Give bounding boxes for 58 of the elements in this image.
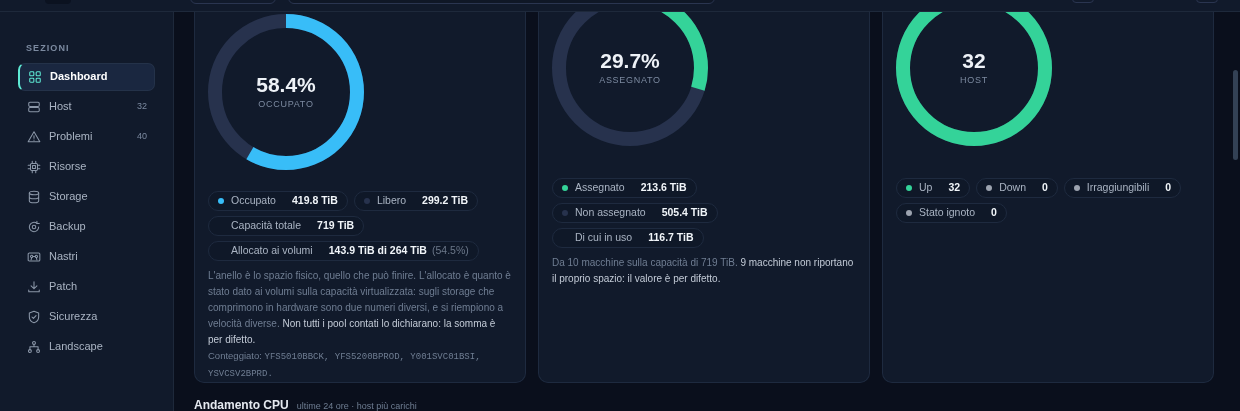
legend-label: Allocato ai volumi [231, 243, 313, 259]
note-text: Da 10 macchine sulla capacità di 719 TiB. 9 macchine non riportano il proprio spazio: il valore è per difetto. [551, 256, 855, 286]
section-title: Andamento CPU [194, 399, 289, 411]
sidebar-item[interactable]: Dashboard [18, 62, 155, 91]
ring-label: HOST [960, 74, 988, 88]
backup-icon [27, 219, 41, 234]
section-heading: SEZIONI [26, 42, 71, 55]
legend-value: 0 [1042, 180, 1048, 196]
legend-value: 505.4 TiB [661, 205, 708, 221]
sidebar-item[interactable]: Backup [18, 212, 155, 241]
sidebar-item[interactable]: Risorse [18, 152, 155, 181]
server-icon [27, 99, 41, 114]
legend-label: Assegnato [575, 180, 625, 196]
database-icon [27, 189, 41, 204]
legend-label: Up [919, 180, 933, 196]
item-count: 40 [137, 129, 147, 143]
sidebar-item[interactable]: Sicurezza [18, 302, 155, 331]
ring-value: 32 [962, 48, 986, 75]
note-text: L'anello è lo spazio fisico, quello che può finire. L'allocato è quanto è stato dato ai volumi sulla capacità virtualizzata: sugli storage che comprimono in hardware sono due numeri diversi, e si riempiono a velocità diverse. Non tutti i pool contati lo dichiarano: la somma è per difetto. [207, 269, 512, 347]
ring-value: 29.7% [600, 48, 660, 75]
legend-value: 0 [1165, 180, 1172, 196]
scrollbar[interactable] [1233, 70, 1238, 160]
ring-label: ASSEGNATO [599, 74, 661, 88]
legend-value: 719 TiB [317, 218, 355, 234]
sidebar-item[interactable]: Landscape [18, 332, 155, 361]
legend-value: 213.6 TiB [640, 180, 687, 196]
legend-value: 299.2 TiB [422, 193, 468, 209]
legend-label: Irraggiungibili [1086, 180, 1150, 196]
legend-value: 116.7 TiB [648, 230, 694, 246]
sidebar-item[interactable]: Storage [18, 182, 155, 211]
item-count: 32 [137, 99, 147, 113]
legend-value: 0 [991, 205, 997, 221]
legend-value: 143.9 TiB di 264 TiB [328, 243, 427, 259]
ring-label: OCCUPATO [258, 98, 314, 112]
tape-icon [27, 249, 41, 264]
legend-label: Libero [376, 193, 407, 209]
legend-value: 419.8 TiB [291, 193, 338, 209]
counted-text: Conteggiato: YFS5010BBCK, YFS5200BPROD, Y001SVC01BSI, YSVCSV2BPRD. [207, 349, 482, 381]
grid-icon [28, 69, 42, 84]
sidebar-item[interactable]: Patch [18, 272, 155, 301]
shield-icon [27, 309, 41, 324]
hierarchy-icon [27, 339, 41, 354]
sidebar-item[interactable]: Nastri [18, 242, 155, 271]
legend-label: Capacità totale [231, 218, 302, 234]
ring-value: 58.4% [256, 72, 316, 99]
legend-label: Occupato [231, 193, 276, 209]
legend-percent: (54.5%) [431, 243, 469, 259]
warning-icon [27, 129, 41, 144]
legend-label: Down [999, 180, 1026, 196]
sidebar-item[interactable]: Host 32 [18, 92, 155, 121]
legend-label: Stato ignoto [919, 205, 976, 221]
section-subtitle: ultime 24 ore · host più carichi [296, 402, 417, 411]
legend-label: Non assegnato [575, 205, 646, 221]
legend-label: Di cui in uso [575, 230, 633, 246]
sidebar-item[interactable]: Problemi 40 [18, 122, 155, 151]
download-icon [27, 279, 41, 294]
chip-icon [27, 159, 41, 174]
legend-value: 32 [948, 180, 961, 196]
